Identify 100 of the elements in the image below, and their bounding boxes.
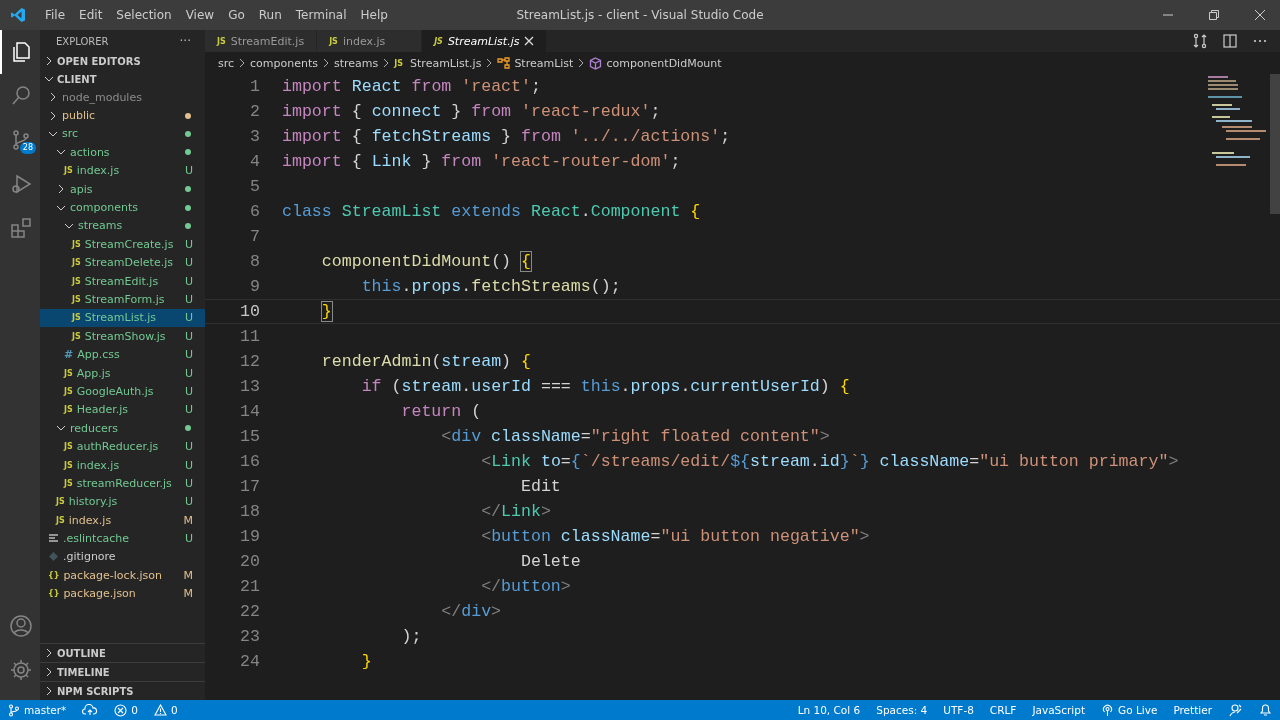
breadcrumb-item[interactable]: StreamList [514, 56, 574, 70]
split-editor-icon[interactable] [1222, 33, 1238, 49]
tree-item[interactable]: {} package.json M [40, 584, 205, 603]
status-item[interactable]: CRLF [989, 704, 1017, 716]
breadcrumb-item[interactable]: src [218, 56, 235, 70]
breadcrumb-item[interactable]: StreamList.js [410, 56, 482, 70]
tree-item[interactable]: # App.css U [40, 345, 205, 364]
activity-bar-button[interactable]: 28 [0, 118, 40, 162]
tree-item[interactable]: JS StreamEdit.js U [40, 271, 205, 291]
editor-tab[interactable]: JS index.js [317, 30, 423, 52]
tree-item[interactable]: apis [40, 179, 205, 199]
branch-status[interactable]: master* [8, 703, 67, 717]
code-line: </div> [441, 602, 502, 621]
line-number: 20 [239, 552, 260, 571]
editor-tab[interactable]: JS StreamList.js [422, 30, 548, 52]
feedback-icon[interactable] [1228, 703, 1243, 717]
tree-item[interactable]: JS StreamList.js U [40, 308, 205, 328]
tree-item[interactable]: public [40, 106, 205, 125]
tree-item[interactable]: JS Header.js U [40, 400, 205, 420]
file-name: node_modules [62, 90, 143, 104]
file-name: package-lock.json [63, 568, 163, 582]
code-line: <Link to={`/streams/edit/${stream.id}`} className="ui button primary"> [481, 452, 1179, 471]
git-status: M [183, 587, 193, 601]
git-status: U [184, 293, 193, 306]
status-item[interactable]: UTF-8 [943, 704, 974, 716]
menu-item[interactable]: Terminal [288, 8, 354, 22]
status-item[interactable]: Prettier [1173, 704, 1212, 716]
menu-item[interactable]: Go [221, 8, 252, 22]
run-debug-icon [9, 172, 33, 196]
tree-item[interactable]: {} package-lock.json M [40, 566, 205, 585]
code-line: ); [401, 627, 422, 646]
file-name: src [62, 127, 80, 141]
tree-item[interactable]: .gitignore [40, 547, 205, 567]
close-icon[interactable] [1254, 9, 1266, 21]
file-type-icon: JS [64, 405, 73, 415]
compare-changes-icon[interactable] [1192, 33, 1208, 49]
tree-item[interactable]: JS history.js U [40, 492, 205, 511]
tree-item[interactable]: components [40, 198, 205, 217]
status-item[interactable]: Spaces: 4 [876, 704, 928, 716]
line-number: 23 [239, 627, 260, 646]
tree-item[interactable]: src [40, 124, 205, 144]
code-line: componentDidMount() { [321, 252, 531, 271]
section-header[interactable]: OPEN EDITORS [40, 52, 205, 70]
more-actions-button[interactable]: ··· [179, 34, 191, 48]
status-item[interactable]: JavaScript [1032, 704, 1086, 716]
breadcrumb-item[interactable]: componentDidMount [606, 56, 722, 70]
menu-item[interactable]: Help [353, 8, 395, 22]
tree-item[interactable]: JS authReducer.js U [40, 437, 205, 456]
tree-item[interactable]: reducers [40, 419, 205, 438]
tree-item[interactable]: JS App.js U [40, 363, 205, 383]
tree-item[interactable]: JS index.js M [40, 511, 205, 530]
chevron-right-icon [44, 56, 54, 66]
menu-item[interactable]: File [38, 8, 73, 22]
tree-item[interactable]: JS StreamForm.js U [40, 290, 205, 309]
chevron-right-icon [485, 58, 494, 68]
section-header[interactable]: CLIENT [40, 70, 205, 88]
git-status: U [184, 458, 193, 472]
class-icon [497, 56, 511, 70]
tree-item[interactable]: node_modules [40, 88, 205, 107]
status-item[interactable]: Ln 10, Col 6 [797, 704, 861, 716]
menu-item[interactable]: Edit [72, 8, 110, 22]
tree-item[interactable]: JS StreamDelete.js U [40, 253, 205, 272]
tree-item[interactable]: .eslintcache U [40, 529, 205, 548]
tree-item[interactable]: JS StreamShow.js U [40, 327, 205, 346]
line-number: 8 [249, 252, 260, 271]
scrollbar-thumb[interactable] [1270, 74, 1280, 214]
editor-tab[interactable]: JS StreamEdit.js [205, 30, 318, 52]
git-status: U [184, 366, 193, 380]
bell-icon[interactable] [1259, 703, 1272, 717]
tree-item[interactable]: JS GoogleAuth.js U [40, 382, 205, 401]
breadcrumb-item[interactable]: components [250, 56, 319, 70]
menu-item[interactable]: Selection [109, 8, 179, 22]
section-header[interactable]: OUTLINE [40, 643, 205, 662]
line-number: 13 [239, 377, 260, 396]
file-type-icon: JS [72, 276, 81, 286]
file-name: public [62, 109, 97, 123]
tree-item[interactable]: JS StreamCreate.js U [40, 235, 205, 254]
file-name: .eslintcache [63, 532, 130, 546]
cloud-upload-icon[interactable] [82, 704, 99, 716]
file-name: StreamForm.js [84, 293, 166, 306]
tree-item[interactable]: streams [40, 216, 205, 236]
git-status: U [184, 329, 193, 343]
go-live-button[interactable]: Go Live [1101, 703, 1158, 717]
warnings-status[interactable]: 0 [153, 704, 178, 716]
git-status: U [184, 495, 193, 509]
code-line: this.props.fetchStreams(); [361, 277, 621, 296]
close-icon[interactable] [524, 36, 535, 46]
menu-item[interactable]: Run [251, 8, 289, 22]
breadcrumb-item[interactable]: streams [334, 56, 379, 70]
errors-status[interactable]: 0 [114, 703, 138, 717]
restore-icon[interactable] [1208, 9, 1220, 21]
tree-item[interactable]: JS streamReducer.js U [40, 474, 205, 493]
tree-item[interactable]: actions [40, 143, 205, 162]
file-type-icon: {} [48, 589, 60, 599]
line-number: 10 [239, 302, 260, 321]
code-line: import React from 'react'; [282, 77, 541, 96]
tree-item[interactable]: JS index.js U [40, 161, 205, 180]
tree-item[interactable]: JS index.js U [40, 455, 205, 475]
section-header[interactable]: TIMELINE [40, 662, 205, 681]
menu-item[interactable]: View [178, 8, 222, 22]
